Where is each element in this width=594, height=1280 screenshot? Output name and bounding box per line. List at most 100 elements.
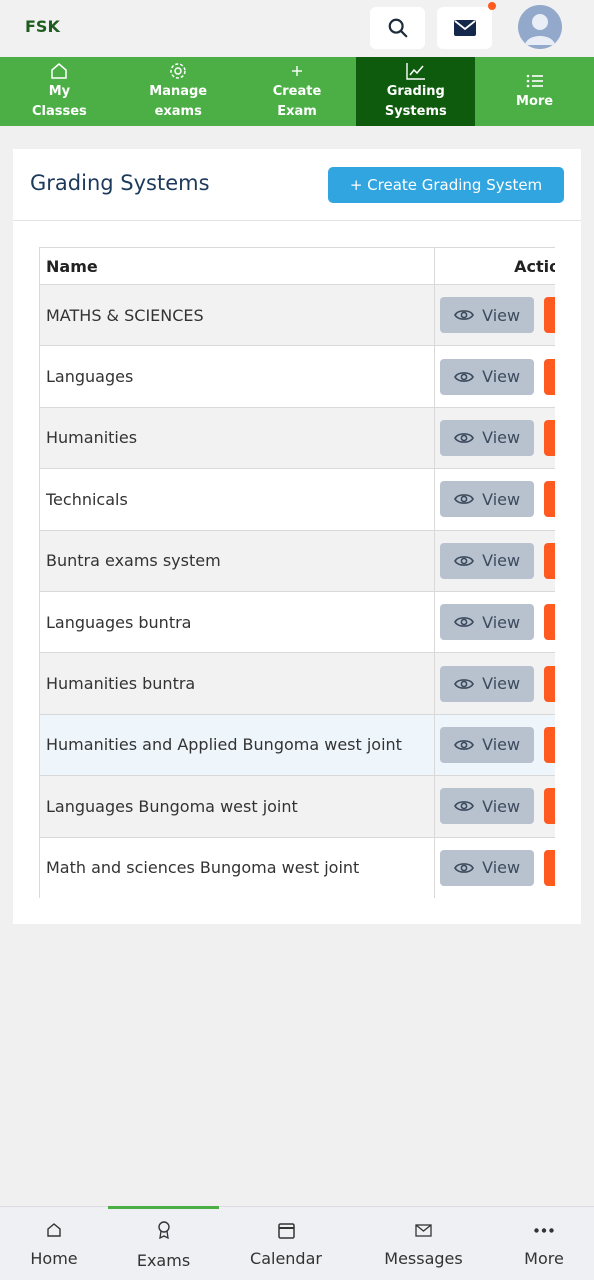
grading-system-name: Buntra exams system xyxy=(39,529,436,592)
nav-label: Exam xyxy=(277,103,317,119)
view-button[interactable]: View xyxy=(440,604,535,641)
calendar-icon xyxy=(277,1222,295,1239)
delete-button[interactable] xyxy=(544,726,555,763)
row-actions: View xyxy=(434,775,555,838)
eye-icon xyxy=(454,555,475,566)
view-button[interactable]: View xyxy=(440,788,535,825)
bottom-nav-messages[interactable]: Messages xyxy=(353,1207,494,1280)
top-bar: FSK xyxy=(0,0,594,56)
home-outline-icon xyxy=(51,63,68,79)
table-row[interactable]: Languages View xyxy=(39,345,555,408)
row-actions: View xyxy=(434,345,555,408)
envelope-icon xyxy=(415,1223,432,1237)
nav-label: My xyxy=(48,83,71,99)
more-dots-icon xyxy=(534,1227,554,1233)
grading-system-name: Humanities xyxy=(39,406,436,470)
bottom-nav-label: Messages xyxy=(384,1249,463,1268)
nav-label: Manage xyxy=(149,83,208,99)
bottom-nav-home[interactable]: Home xyxy=(0,1207,108,1280)
delete-button[interactable] xyxy=(544,849,555,886)
view-button[interactable]: View xyxy=(440,481,535,518)
column-header-name[interactable]: Name xyxy=(39,247,436,285)
delete-button[interactable] xyxy=(544,542,555,579)
delete-button[interactable] xyxy=(544,358,555,395)
nav-label: exams xyxy=(154,103,202,119)
chart-line-icon xyxy=(406,62,425,80)
nav-label: Create xyxy=(272,83,322,99)
table-row[interactable]: Humanities View xyxy=(39,406,555,470)
brand-logo[interactable]: FSK xyxy=(25,17,60,36)
nav-label: Systems xyxy=(384,103,447,119)
view-button[interactable]: View xyxy=(440,297,535,334)
nav-my-classes[interactable]: My Classes xyxy=(0,57,119,126)
delete-button[interactable] xyxy=(544,297,555,334)
table-header-row: Name Actio xyxy=(39,247,555,285)
home-outline-icon xyxy=(47,1223,61,1237)
eye-icon xyxy=(454,433,475,443)
view-label: View xyxy=(482,428,521,448)
table-row[interactable]: Languages buntra View xyxy=(39,590,555,654)
table-row[interactable]: Math and sciences Bungoma west joint View xyxy=(39,836,555,898)
eye-icon xyxy=(454,310,475,321)
delete-button[interactable] xyxy=(544,665,555,702)
user-avatar-icon xyxy=(518,5,562,49)
delete-button[interactable] xyxy=(544,604,555,641)
grading-system-name: Languages Bungoma west joint xyxy=(39,775,436,838)
row-actions: View xyxy=(434,713,555,777)
bottom-nav: Home Exams Calendar Messages More xyxy=(0,1206,594,1280)
grading-systems-table[interactable]: Name Actio MATHS & SCIENCES View Languages… xyxy=(39,247,555,898)
table-row[interactable]: Humanities and Applied Bungoma west join… xyxy=(39,713,555,777)
column-header-actions[interactable]: Actio xyxy=(434,247,555,285)
mail-button[interactable] xyxy=(437,2,496,49)
row-actions: View xyxy=(434,406,555,470)
table-row[interactable]: Humanities buntra View xyxy=(39,652,555,715)
grading-system-name: MATHS & SCIENCES xyxy=(39,283,436,347)
bottom-nav-more[interactable]: More xyxy=(494,1207,594,1280)
grading-system-name: Languages xyxy=(39,345,436,408)
view-button[interactable]: View xyxy=(440,665,535,702)
row-actions: View xyxy=(434,652,555,715)
eye-icon xyxy=(454,801,475,812)
table-row[interactable]: Technicals View xyxy=(39,468,555,531)
delete-button[interactable] xyxy=(544,419,555,456)
bottom-nav-label: More xyxy=(524,1249,564,1268)
view-label: View xyxy=(482,612,521,632)
view-label: View xyxy=(482,489,521,509)
row-actions: View xyxy=(434,590,555,654)
award-icon xyxy=(157,1221,170,1240)
view-label: View xyxy=(482,796,521,816)
grading-system-name: Math and sciences Bungoma west joint xyxy=(39,836,436,898)
nav-create-exam[interactable]: Create Exam xyxy=(238,57,357,126)
view-button[interactable]: View xyxy=(440,542,535,579)
bottom-nav-label: Home xyxy=(30,1249,78,1268)
plus-icon xyxy=(291,65,302,76)
grading-system-name: Technicals xyxy=(39,468,436,531)
delete-button[interactable] xyxy=(544,481,555,518)
eye-icon xyxy=(454,740,475,750)
view-button[interactable]: View xyxy=(440,419,535,456)
bottom-nav-exams[interactable]: Exams xyxy=(108,1206,219,1280)
view-button[interactable]: View xyxy=(440,726,535,763)
view-button[interactable]: View xyxy=(440,358,535,395)
table-row[interactable]: Languages Bungoma west joint View xyxy=(39,775,555,838)
search-button[interactable] xyxy=(370,7,425,49)
table-row[interactable]: MATHS & SCIENCES View xyxy=(39,283,555,347)
eye-icon xyxy=(454,678,475,689)
top-nav: My Classes Manage exams Create Exam Grad… xyxy=(0,57,594,126)
grading-system-name: Languages buntra xyxy=(39,590,436,654)
nav-manage-exams[interactable]: Manage exams xyxy=(119,57,238,126)
view-label: View xyxy=(482,858,521,878)
row-actions: View xyxy=(434,468,555,531)
view-button[interactable]: View xyxy=(440,849,535,886)
bottom-nav-calendar[interactable]: Calendar xyxy=(219,1207,353,1280)
list-icon xyxy=(526,74,543,87)
grading-systems-card: Grading Systems + Create Grading System … xyxy=(13,149,581,924)
create-grading-system-button[interactable]: + Create Grading System xyxy=(328,167,564,203)
nav-grading-systems[interactable]: Grading Systems xyxy=(356,57,476,126)
divider xyxy=(13,220,581,221)
avatar[interactable] xyxy=(518,5,562,49)
delete-button[interactable] xyxy=(544,788,555,825)
nav-more[interactable]: More xyxy=(475,57,594,126)
table-row[interactable]: Buntra exams system View xyxy=(39,529,555,592)
notification-dot xyxy=(488,2,496,10)
